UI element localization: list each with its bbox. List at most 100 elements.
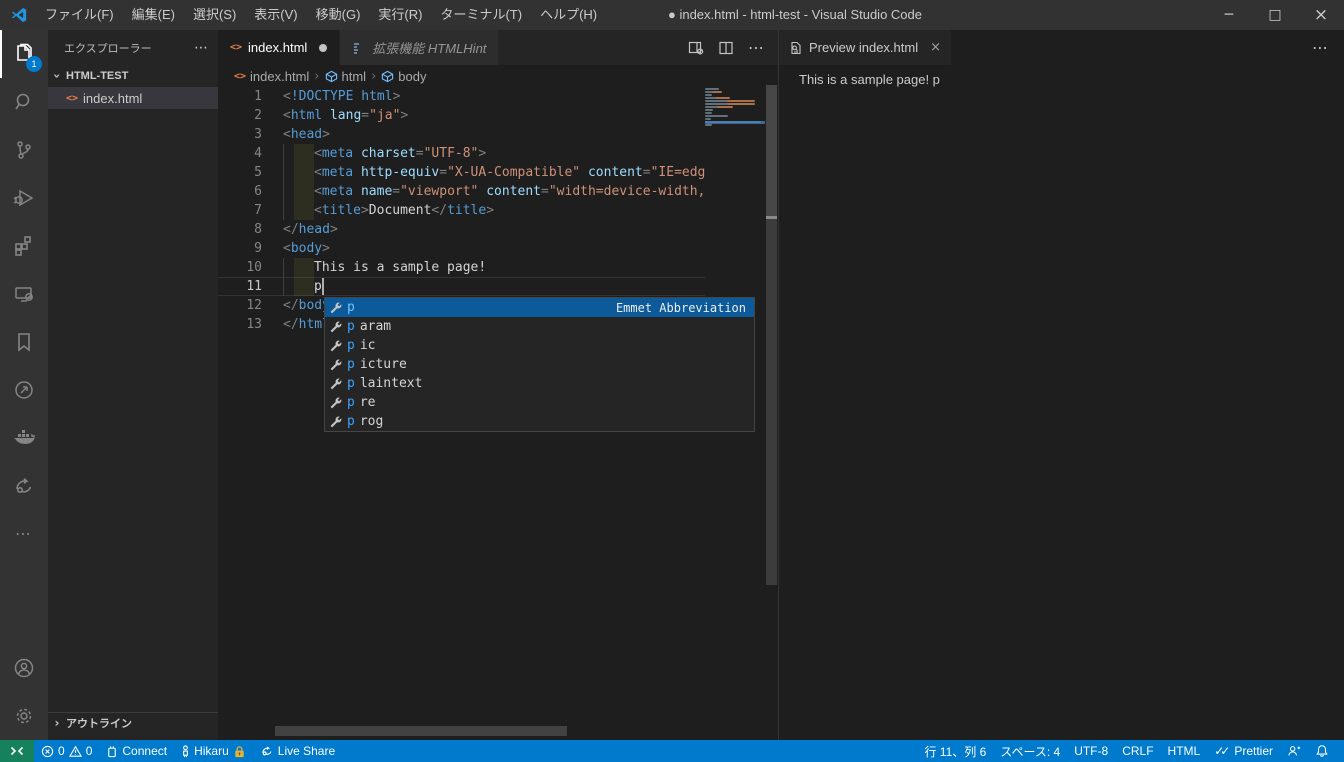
live-share-icon[interactable] [0,462,48,510]
indent-guide [283,144,314,163]
line-number: 10 [246,260,262,275]
lock-icon [233,745,246,758]
minimap[interactable] [705,88,765,127]
indent-guide [283,258,314,277]
extensions-icon[interactable] [0,222,48,270]
notifications-bell-icon[interactable] [1308,740,1336,762]
file-item-index-html[interactable]: <> index.html [48,87,218,109]
editor-more-icon[interactable]: ⋯ [748,38,766,58]
account-status[interactable]: Hikaru [174,740,253,762]
line-number: 13 [246,317,262,332]
activity-bar: 1 ⋯ [0,30,48,740]
code-line[interactable]: 1 < !DOCTYPE html > [218,87,705,106]
title-bar: ファイル(F) 編集(E) 選択(S) 表示(V) 移動(G) 実行(R) ターミナル(T)… [0,0,1344,30]
tab-extension-htmlhint[interactable]: 拡張機能 HTMLHint [340,30,500,65]
code-line[interactable]: 5 < meta http-equiv = "X-UA-Compatible" cont… [218,163,705,182]
folder-section-html-test[interactable]: › HTML-TEST [48,65,218,87]
close-button[interactable]: × [1298,0,1344,30]
cursor-position-status[interactable]: 行 11、列 6 [917,740,993,762]
tab-index-html[interactable]: <> index.html [218,30,341,65]
bookmarks-icon[interactable] [0,318,48,366]
code-line[interactable]: 9 < body > [218,239,705,258]
code-line[interactable]: 3 < head > [218,125,705,144]
menu-item[interactable]: ターミナル(T) [431,0,531,30]
code-line[interactable]: 2 < html lang = "ja" > [218,106,705,125]
code-line[interactable]: 10 This is a sample page! [218,258,705,277]
horizontal-scrollbar[interactable] [275,726,567,736]
menu-item[interactable]: ファイル(F) [36,0,123,30]
suggest-detail: Emmet Abbreviation [615,300,746,315]
live-share-status[interactable]: Live Share [253,740,342,762]
suggest-item[interactable]: p aram [325,317,754,336]
text-cursor [321,278,324,295]
code-line[interactable]: 11 p [218,277,705,296]
line-number: 8 [254,222,262,237]
maximize-button[interactable]: □ [1252,0,1298,30]
split-editor-icon[interactable] [718,40,734,56]
source-control-icon[interactable] [0,126,48,174]
settings-gear-icon[interactable] [0,692,48,740]
suggest-item[interactable]: p rog [325,412,754,431]
breadcrumb-html[interactable]: html [325,69,366,84]
menu-item[interactable]: 選択(S) [184,0,245,30]
minimize-button[interactable]: ─ [1206,0,1252,30]
line-number: 4 [254,146,262,161]
indent-guide [283,201,314,220]
eol-status[interactable]: CRLF [1115,740,1160,762]
breadcrumb-body[interactable]: body [381,69,426,84]
problems-status[interactable]: 0 0 [34,740,99,762]
encoding-status[interactable]: UTF-8 [1067,740,1115,762]
explorer-sidebar: エクスプローラー ⋯ › HTML-TEST <> index.html › ア… [48,30,218,740]
open-preview-icon[interactable] [688,40,704,56]
menu-item[interactable]: 編集(E) [123,0,184,30]
close-icon[interactable]: × [924,40,941,55]
tab-bar: <> index.html 拡張機能 HTMLHint ⋯ [218,30,778,65]
preview-tab-bar: Preview index.html × ⋯ [779,30,1344,65]
wrench-icon [329,339,342,352]
sidebar-more-icon[interactable]: ⋯ [194,39,210,56]
wrench-icon [329,301,342,314]
line-number: 9 [254,241,262,256]
rest-client-icon[interactable] [0,366,48,414]
suggest-item[interactable]: p laintext [325,374,754,393]
scrollbar-thumb[interactable] [766,85,777,216]
tab-preview-index-html[interactable]: Preview index.html × [779,30,952,65]
wrench-icon [329,320,342,333]
chevron-down-icon: › [50,73,64,79]
suggest-item[interactable]: p icture [325,355,754,374]
more-activity-icon[interactable]: ⋯ [0,510,48,558]
menu-item[interactable]: 実行(R) [369,0,431,30]
suggest-item[interactable]: p ic [325,336,754,355]
menu-item[interactable]: ヘルプ(H) [531,0,606,30]
wrench-icon [329,377,342,390]
symbol-cube-icon [325,70,338,83]
language-status[interactable]: HTML [1161,740,1208,762]
accounts-icon[interactable] [0,644,48,692]
remote-indicator[interactable] [0,740,34,762]
formatter-status[interactable]: ✓✓ Prettier [1207,740,1280,762]
vertical-scrollbar[interactable] [766,85,777,585]
explorer-icon[interactable]: 1 [0,30,48,78]
suggest-item[interactable]: p Emmet Abbreviation [325,298,754,317]
remote-explorer-icon[interactable] [0,270,48,318]
menu-item[interactable]: 移動(G) [307,0,370,30]
suggest-widget: p Emmet Abbreviation p aram p ic p icture p laint… [324,297,755,432]
docker-icon[interactable] [0,414,48,462]
indent-guide [283,163,314,182]
preview-file-icon [789,41,803,55]
outline-section[interactable]: › アウトライン [48,712,218,732]
code-line[interactable]: 6 < meta name = "viewport" content = "width=de… [218,182,705,201]
code-line[interactable]: 8 </head > [218,220,705,239]
run-debug-icon[interactable] [0,174,48,222]
suggest-item[interactable]: p re [325,393,754,412]
feedback-icon[interactable] [1280,740,1308,762]
code-line[interactable]: 4 < meta charset = "UTF-8" > [218,144,705,163]
code-line[interactable]: 7 < title > Document </title > [218,201,705,220]
modified-dot-icon[interactable] [319,43,328,52]
menu-item[interactable]: 表示(V) [245,0,306,30]
search-icon[interactable] [0,78,48,126]
breadcrumb-file[interactable]: <> index.html [234,69,309,84]
indentation-status[interactable]: スペース: 4 [993,740,1067,762]
connect-status[interactable]: Connect [99,740,174,762]
preview-more-icon[interactable]: ⋯ [1312,38,1344,58]
